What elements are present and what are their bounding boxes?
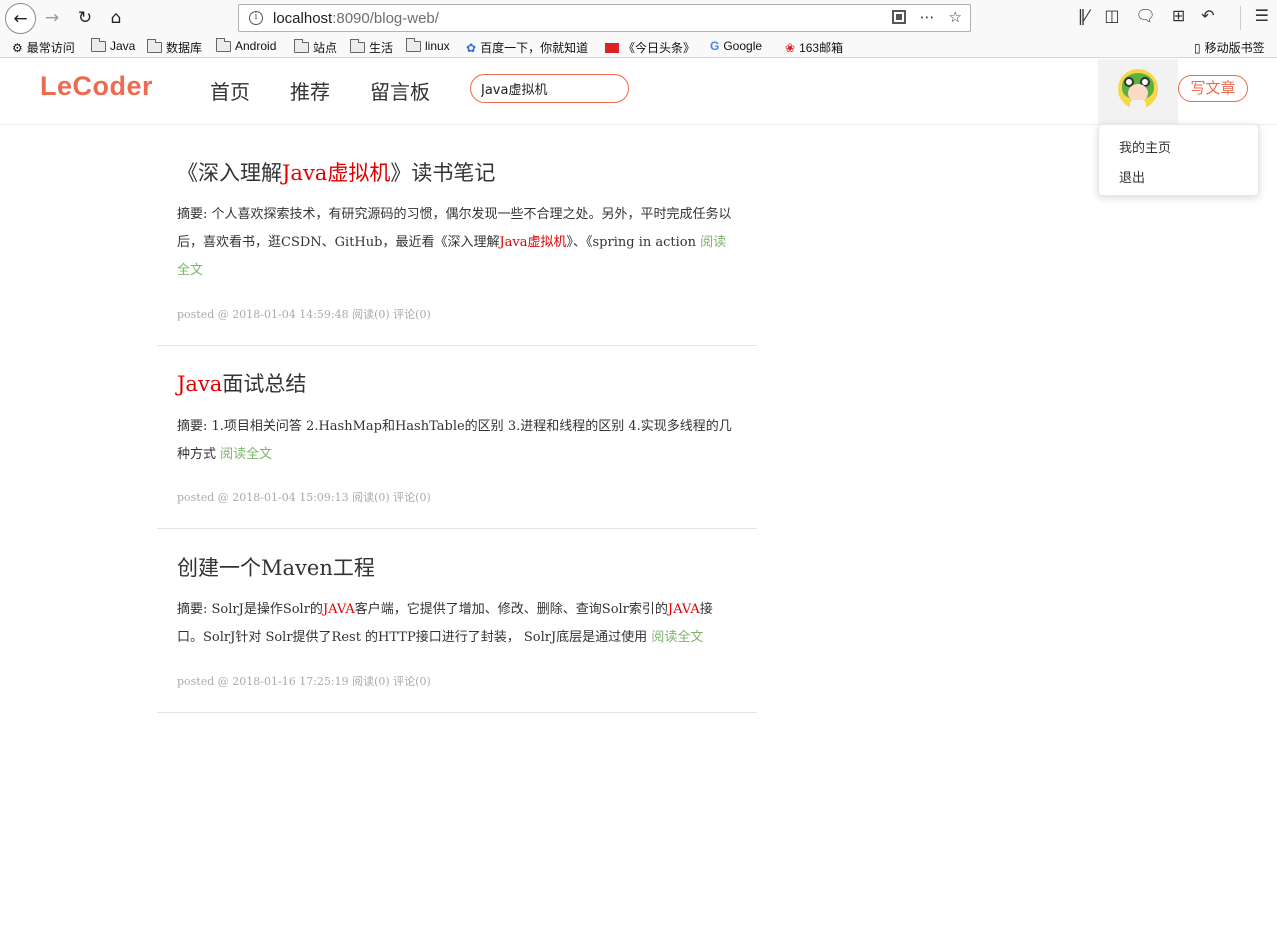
bookmark-label: 163邮箱 [799,41,844,55]
library-icon[interactable]: ‖⁄ [1078,6,1089,25]
google-icon: G [710,39,720,53]
search-input[interactable] [470,74,629,103]
crop-icon[interactable]: ⊞ [1172,6,1185,25]
nav-home[interactable]: 首页 [210,76,250,105]
page-actions-icon[interactable]: ⋯ [920,8,935,26]
bookmark-label: 最常访问 [26,41,75,55]
nav-guestbook[interactable]: 留言板 [370,76,430,105]
read-more-link[interactable]: 阅读全文 [220,447,272,462]
page-info-icon[interactable]: i [249,11,263,25]
browser-toolbar: ← → ↻ ⌂ i localhost:8090/blog-web/ ⋯ ☆ ‖… [0,0,1277,36]
bookmark-label: 站点 [313,41,338,55]
folder-icon [350,39,365,53]
bookmark-toutiao[interactable]: 《今日头条》 [605,39,695,56]
mobile-phone-icon: ▯ [1194,40,1201,55]
article-summary: 摘要: 个人喜欢探索技术，有研究源码的习惯，偶尔发现一些不合理之处。另外，平时完… [177,207,732,278]
user-avatar-button[interactable] [1098,59,1178,125]
write-article-button[interactable]: 写文章 [1178,75,1248,102]
baidu-paw-icon: ✿ [466,40,477,55]
read-more-link[interactable]: 阅读全文 [651,630,703,645]
article-card: Java面试总结 摘要: 1.项目相关问答 2.HashMap和HashTabl… [157,346,757,529]
folder-icon [91,37,106,52]
forward-arrow-icon[interactable]: → [38,4,66,32]
address-bar[interactable]: i localhost:8090/blog-web/ ⋯ ☆ [238,4,971,32]
avatar[interactable] [1118,69,1158,109]
bookmark-folder-android[interactable]: Android [216,37,277,53]
article-card: 创建一个Maven工程 摘要: SolrJ是操作Solr的JAVA客户端，它提供… [157,529,757,713]
article-title[interactable]: 创建一个Maven工程 [177,552,375,582]
mail163-icon: ❀ [785,40,796,55]
bookmark-label: 百度一下，你就知道 [480,41,589,55]
toutiao-icon [605,42,619,53]
article-summary: 摘要: 1.项目相关问答 2.HashMap和HashTable的区别 3.进程… [177,419,732,462]
article-summary: 摘要: SolrJ是操作Solr的JAVA客户端，它提供了增加、修改、删除、查询… [177,602,713,645]
bookmark-google[interactable]: G Google [710,39,762,53]
bookmark-most-visited[interactable]: ⚙ 最常访问 [12,39,75,56]
reload-icon[interactable]: ↻ [71,4,99,32]
bookmark-label: 生活 [369,41,394,55]
sidebar-icon[interactable]: ◫ [1104,6,1119,25]
bookmark-163-mail[interactable]: ❀ 163邮箱 [785,39,843,56]
folder-icon [294,39,309,53]
bookmark-mobile[interactable]: ▯ 移动版书签 [1194,39,1265,56]
bookmark-label: Java [110,39,136,53]
site-logo[interactable]: LeCoder [40,71,153,102]
article-meta: posted @ 2018-01-04 15:09:13 阅读(0) 评论(0) [177,491,431,504]
bookmarks-bar: ⚙ 最常访问 Java 数据库 Android 站点 生活 linux ✿ 百度… [0,36,1277,58]
folder-icon [216,37,231,52]
menu-item-logout[interactable]: 退出 [1119,167,1145,186]
folder-icon [406,37,421,52]
bookmark-label: 《今日头条》 [623,41,696,55]
bookmark-label: Android [235,39,277,53]
bookmark-folder-database[interactable]: 数据库 [147,39,202,56]
nav-recommend[interactable]: 推荐 [290,76,330,105]
article-meta: posted @ 2018-01-16 17:25:19 阅读(0) 评论(0) [177,675,431,688]
chat-icon[interactable]: 🗨 [1136,6,1156,25]
qr-code-icon[interactable] [891,10,906,24]
bookmark-folder-java[interactable]: Java [91,37,136,53]
undo-icon[interactable]: ↶ [1201,6,1214,25]
back-arrow-icon[interactable]: ← [5,3,36,34]
bookmark-folder-sites[interactable]: 站点 [294,39,337,56]
gear-icon: ⚙ [12,40,23,55]
bookmark-label: linux [425,39,450,53]
bookmark-folder-linux[interactable]: linux [406,37,450,53]
site-header: LeCoder 首页 推荐 留言板 写文章 [0,59,1277,125]
bookmark-baidu[interactable]: ✿ 百度一下，你就知道 [466,39,588,56]
article-title[interactable]: 《深入理解Java虚拟机》读书笔记 [177,157,495,187]
url-text[interactable]: localhost:8090/blog-web/ [273,10,439,27]
bookmark-label: 数据库 [166,41,203,55]
toolbar-divider [1240,6,1241,30]
user-dropdown-menu: 我的主页 退出 [1098,124,1259,196]
hamburger-menu-icon[interactable]: ☰ [1255,6,1269,25]
bookmark-star-icon[interactable]: ☆ [949,8,962,26]
menu-item-my-homepage[interactable]: 我的主页 [1119,137,1171,156]
bookmark-label: Google [723,39,763,53]
home-icon[interactable]: ⌂ [102,4,130,32]
folder-icon [147,39,162,53]
article-title[interactable]: Java面试总结 [177,368,306,398]
article-card: 《深入理解Java虚拟机》读书笔记 摘要: 个人喜欢探索技术，有研究源码的习惯，… [157,125,757,346]
article-meta: posted @ 2018-01-04 14:59:48 阅读(0) 评论(0) [177,308,431,321]
bookmark-label: 移动版书签 [1204,41,1265,55]
bookmark-folder-life[interactable]: 生活 [350,39,393,56]
